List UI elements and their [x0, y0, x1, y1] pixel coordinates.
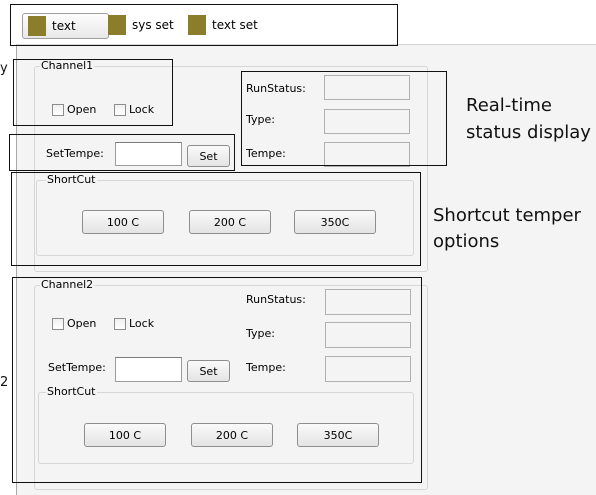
realtime-note-line1: Real-time — [466, 95, 552, 116]
left-margin-mark: 2 — [0, 375, 9, 390]
shortcut-callout-box — [11, 172, 421, 266]
channel2-callout-box — [12, 277, 422, 483]
shortcut-note-line2: options — [433, 231, 500, 252]
left-margin-mark: y — [0, 61, 8, 76]
checkbox-callout-box — [13, 59, 173, 126]
status-callout-box — [241, 71, 447, 166]
settempe-callout-box — [9, 134, 235, 171]
toolbar-callout-box — [10, 4, 398, 46]
shortcut-note-line1: Shortcut temper — [433, 205, 581, 226]
realtime-note-line2: status display — [466, 122, 591, 143]
